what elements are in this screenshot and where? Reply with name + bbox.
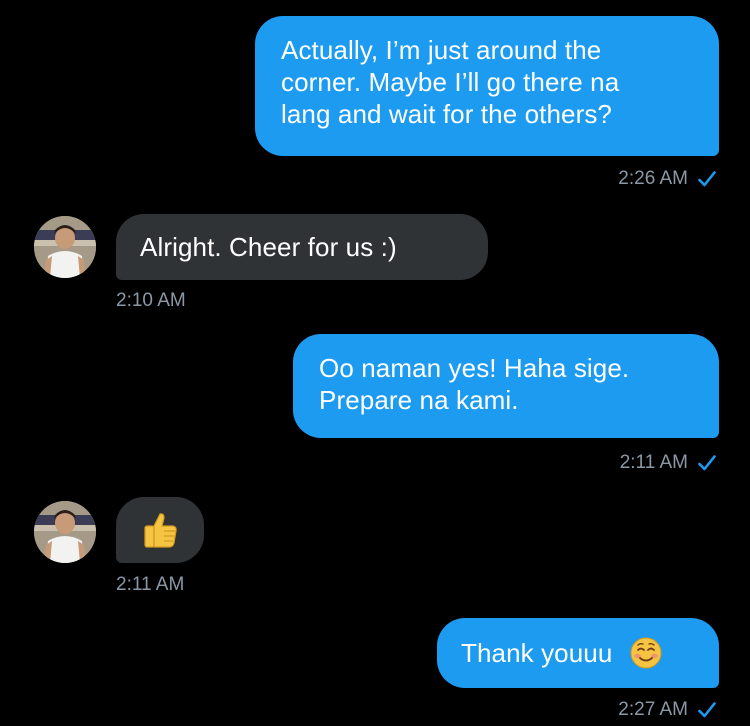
- avatar[interactable]: [34, 501, 96, 563]
- message-meta: 2:11 AM: [116, 574, 184, 596]
- message-timestamp: 2:11 AM: [619, 452, 688, 473]
- message-text-line: corner. Maybe I’ll go there na: [281, 67, 620, 97]
- message-text-line: Actually, I’m just around the: [281, 35, 602, 65]
- read-check-icon: [698, 702, 716, 718]
- message-timestamp: 2:26 AM: [618, 168, 688, 189]
- message-meta: 2:10 AM: [116, 290, 186, 312]
- message-text: Alright. Cheer for us :): [140, 232, 397, 262]
- read-check-icon: [698, 171, 716, 187]
- message-text-line: lang and wait for the others?: [281, 99, 612, 129]
- message-timestamp: 2:10 AM: [116, 290, 186, 311]
- outgoing-message-bubble[interactable]: Actually, I’m just around the corner. Ma…: [255, 16, 719, 156]
- avatar-photo: [34, 216, 96, 278]
- outgoing-message-bubble[interactable]: Thank youuu: [437, 618, 719, 688]
- message-text-line: Prepare na kami.: [319, 385, 519, 415]
- message-text: Thank youuu: [461, 638, 613, 668]
- message-text-line: Thank youuu: [461, 637, 695, 669]
- message-text-line: Oo naman yes! Haha sige.: [319, 353, 630, 383]
- avatar-photo: [34, 501, 96, 563]
- incoming-message-bubble[interactable]: Alright. Cheer for us :): [116, 214, 488, 280]
- outgoing-message-bubble[interactable]: Oo naman yes! Haha sige. Prepare na kami…: [293, 334, 719, 438]
- message-meta: 2:26 AM: [618, 168, 716, 190]
- message-meta: 2:11 AM: [620, 452, 716, 474]
- message-thread: Actually, I’m just around the corner. Ma…: [0, 0, 750, 726]
- message-timestamp: 2:27 AM: [618, 699, 688, 720]
- avatar[interactable]: [34, 216, 96, 278]
- incoming-message-bubble[interactable]: [116, 497, 204, 563]
- thumbs-up-emoji: [144, 513, 177, 548]
- message-timestamp: 2:11 AM: [116, 574, 185, 595]
- read-check-icon: [698, 455, 716, 471]
- message-meta: 2:27 AM: [618, 699, 716, 721]
- smiling-face-emoji: [630, 637, 662, 669]
